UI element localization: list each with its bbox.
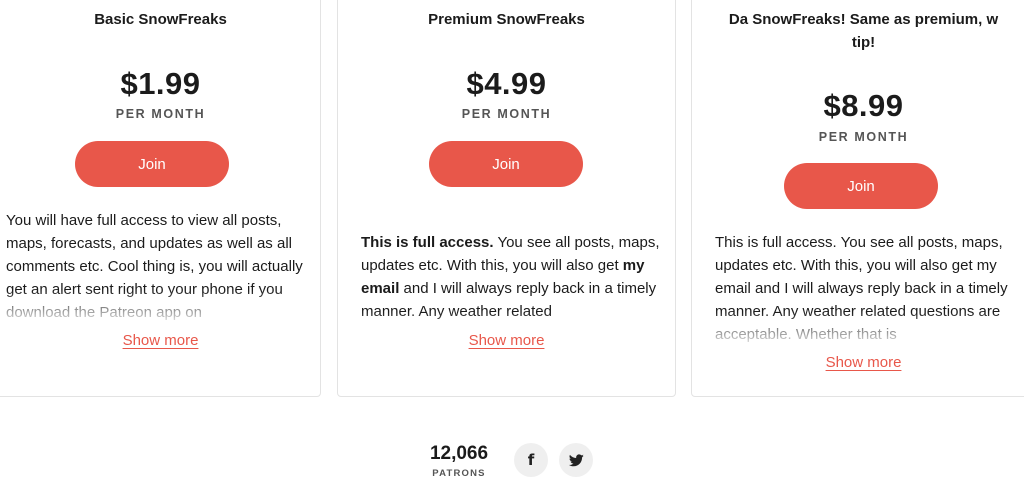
show-more-link[interactable]: Show more bbox=[338, 332, 675, 349]
tier-title: Premium SnowFreaks bbox=[428, 11, 585, 28]
tier-period: PER MONTH bbox=[461, 107, 552, 121]
twitter-share-button[interactable] bbox=[559, 443, 593, 477]
tier-description: You will have full access to view all po… bbox=[6, 209, 306, 324]
tier-period: PER MONTH bbox=[818, 130, 909, 144]
patrons-counter: 12,066 PATRONS bbox=[420, 443, 498, 479]
description-text: and I will always reply back in a timely… bbox=[361, 280, 657, 320]
tier-description: This is full access. You see all posts, … bbox=[361, 231, 666, 346]
join-button[interactable]: Join bbox=[75, 141, 229, 187]
facebook-icon: f bbox=[527, 450, 535, 469]
show-more-link[interactable]: Show more bbox=[0, 332, 320, 349]
description-bold-text: This is full access. bbox=[361, 234, 494, 251]
tier-price: $8.99 bbox=[823, 88, 904, 123]
tier-price: $4.99 bbox=[466, 66, 547, 101]
tier-card-da-snowfreaks: Da SnowFreaks! Same as premium, w tip! $… bbox=[691, 0, 1024, 397]
patrons-label: PATRONS bbox=[432, 468, 486, 479]
tier-title: Da SnowFreaks! Same as premium, w tip! bbox=[728, 11, 999, 51]
patreon-tiers-page: Basic SnowFreaks $1.99 PER MONTH Join Yo… bbox=[0, 0, 1024, 494]
description-text: This is full access. You see all posts, … bbox=[715, 234, 1008, 343]
tier-card-basic: Basic SnowFreaks $1.99 PER MONTH Join Yo… bbox=[0, 0, 321, 397]
tier-title: Basic SnowFreaks bbox=[94, 11, 227, 28]
facebook-share-button[interactable]: f bbox=[514, 443, 548, 477]
twitter-icon bbox=[568, 453, 584, 466]
show-more-link[interactable]: Show more bbox=[692, 354, 1024, 371]
join-button[interactable]: Join bbox=[429, 141, 583, 187]
join-button[interactable]: Join bbox=[784, 163, 938, 209]
tier-price: $1.99 bbox=[120, 66, 201, 101]
tier-card-premium: Premium SnowFreaks $4.99 PER MONTH Join … bbox=[337, 0, 676, 397]
description-text: You will have full access to view all po… bbox=[6, 212, 303, 321]
tier-description: This is full access. You see all posts, … bbox=[715, 231, 1020, 346]
patrons-count: 12,066 bbox=[429, 443, 489, 464]
tier-period: PER MONTH bbox=[115, 107, 206, 121]
